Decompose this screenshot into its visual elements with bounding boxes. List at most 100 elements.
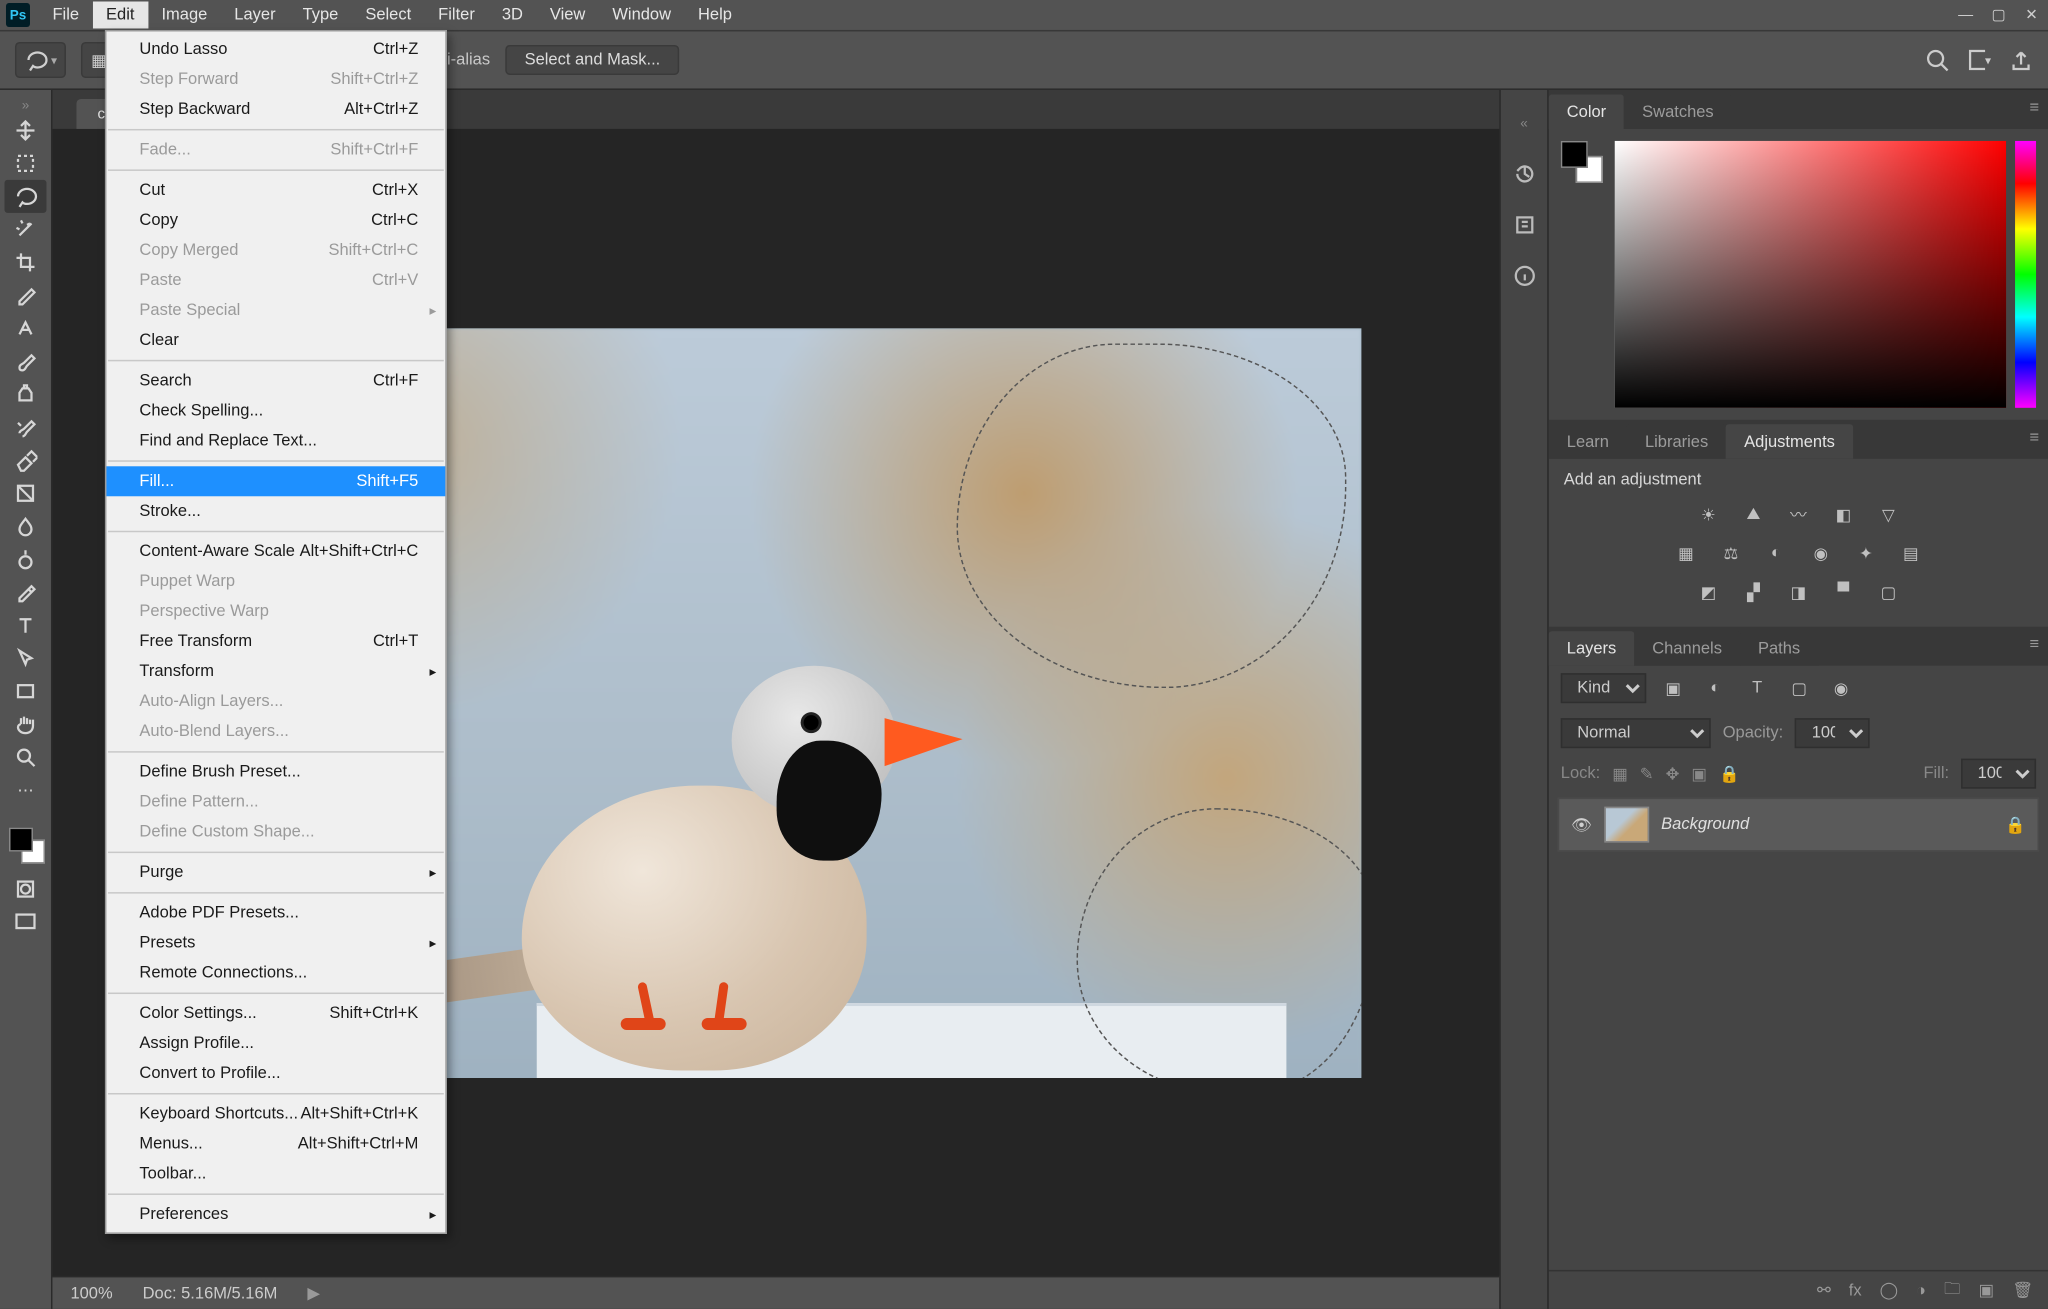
mask-icon[interactable]: ◯ (1880, 1280, 1898, 1299)
posterize-icon[interactable]: ▞ (1738, 579, 1768, 606)
curves-icon[interactable]: 〰 (1783, 501, 1813, 528)
menu-help[interactable]: Help (685, 1, 746, 28)
tool-rectangle[interactable] (4, 675, 46, 708)
menu-filter[interactable]: Filter (425, 1, 489, 28)
tab-learn[interactable]: Learn (1549, 424, 1627, 458)
delete-icon[interactable]: 🗑 (2012, 1280, 2033, 1299)
menuitem-undo-lasso[interactable]: Undo LassoCtrl+Z (106, 34, 445, 64)
more-tools[interactable]: ⋯ (4, 774, 46, 807)
menuitem-free-transform[interactable]: Free TransformCtrl+T (106, 627, 445, 657)
lock-trans-icon[interactable]: ▦ (1612, 764, 1628, 783)
tab-channels[interactable]: Channels (1634, 631, 1740, 665)
tool-pen[interactable] (4, 576, 46, 609)
fill-adj-icon[interactable]: ◑ (1916, 1281, 1926, 1299)
menuitem-adobe-pdf-presets[interactable]: Adobe PDF Presets... (106, 898, 445, 928)
menuitem-define-brush-preset[interactable]: Define Brush Preset... (106, 757, 445, 787)
threshold-icon[interactable]: ◨ (1783, 579, 1813, 606)
filter-type-icon[interactable]: T (1742, 675, 1772, 702)
tab-color[interactable]: Color (1549, 94, 1624, 128)
color-foreground-background[interactable] (1561, 141, 1606, 186)
tool-hand[interactable] (4, 708, 46, 741)
filter-smart-icon[interactable]: ◉ (1826, 675, 1856, 702)
new-layer-icon[interactable]: ▣ (1979, 1280, 1995, 1299)
menu-window[interactable]: Window (599, 1, 685, 28)
lock-pos-icon[interactable]: ✥ (1666, 764, 1680, 783)
link-icon[interactable]: ⚯ (1817, 1280, 1831, 1299)
active-tool-preset[interactable]: ▾ (15, 42, 66, 78)
doc-size[interactable]: Doc: 5.16M/5.16M (143, 1284, 278, 1302)
filter-adj-icon[interactable]: ◐ (1700, 675, 1730, 702)
quick-mask[interactable] (4, 873, 46, 906)
tool-move[interactable] (4, 114, 46, 147)
share-icon[interactable] (2009, 48, 2033, 72)
menuitem-fill[interactable]: Fill...Shift+F5 (106, 466, 445, 496)
menu-3d[interactable]: 3D (488, 1, 536, 28)
layer-row[interactable]: 👁 Background 🔒 (1558, 798, 2039, 852)
tool-healing[interactable] (4, 312, 46, 345)
group-icon[interactable]: 🗀 (1944, 1276, 1960, 1304)
menu-type[interactable]: Type (289, 1, 352, 28)
tool-zoom[interactable] (4, 741, 46, 774)
color-lookup-icon[interactable]: ▤ (1896, 540, 1926, 567)
menu-image[interactable]: Image (148, 1, 221, 28)
channel-mixer-icon[interactable]: ✦ (1851, 540, 1881, 567)
tool-path-select[interactable] (4, 642, 46, 675)
color-field[interactable] (1615, 141, 2006, 408)
photo-filter-icon[interactable]: ◉ (1806, 540, 1836, 567)
menuitem-convert-to-profile[interactable]: Convert to Profile... (106, 1059, 445, 1089)
tool-dodge[interactable] (4, 543, 46, 576)
exposure-icon[interactable]: ◧ (1828, 501, 1858, 528)
screen-mode[interactable] (4, 906, 46, 939)
tool-brush[interactable] (4, 345, 46, 378)
layer-thumbnail[interactable] (1604, 807, 1649, 843)
tool-history-brush[interactable] (4, 411, 46, 444)
panel-menu-icon[interactable]: ≡ (2029, 99, 2039, 117)
ministrip-collapse[interactable]: « (1509, 108, 1539, 138)
select-and-mask-button[interactable]: Select and Mask... (505, 45, 680, 75)
tool-eyedropper[interactable] (4, 279, 46, 312)
hue-sat-icon[interactable]: ▦ (1671, 540, 1701, 567)
lock-nest-icon[interactable]: ▣ (1691, 764, 1707, 783)
fx-icon[interactable]: fx (1849, 1281, 1862, 1299)
menu-view[interactable]: View (536, 1, 598, 28)
layer-name[interactable]: Background (1661, 816, 1749, 834)
color-balance-icon[interactable]: ⚖ (1716, 540, 1746, 567)
search-icon[interactable] (1925, 48, 1949, 72)
menuitem-remote-connections[interactable]: Remote Connections... (106, 958, 445, 988)
color-swatch[interactable] (6, 825, 45, 864)
tab-paths[interactable]: Paths (1740, 631, 1818, 665)
opacity-input[interactable]: 100% (1795, 718, 1870, 748)
menuitem-color-settings[interactable]: Color Settings...Shift+Ctrl+K (106, 999, 445, 1029)
menu-select[interactable]: Select (352, 1, 425, 28)
menuitem-clear[interactable]: Clear (106, 325, 445, 355)
history-icon[interactable] (1509, 159, 1539, 189)
tool-clone[interactable] (4, 378, 46, 411)
properties-icon[interactable] (1509, 210, 1539, 240)
filter-pixel-icon[interactable]: ▣ (1658, 675, 1688, 702)
toolbar-collapse[interactable]: » (4, 96, 46, 114)
menuitem-step-backward[interactable]: Step BackwardAlt+Ctrl+Z (106, 94, 445, 124)
selective-color-icon[interactable]: ▢ (1873, 579, 1903, 606)
gradient-map-icon[interactable]: ▀ (1828, 579, 1858, 606)
status-menu[interactable]: ▶ (307, 1283, 320, 1302)
menuitem-toolbar[interactable]: Toolbar... (106, 1159, 445, 1189)
tool-rect-marquee[interactable] (4, 147, 46, 180)
tool-blur[interactable] (4, 510, 46, 543)
menuitem-assign-profile[interactable]: Assign Profile... (106, 1029, 445, 1059)
workspace-switcher-icon[interactable]: ▾ (1967, 48, 1991, 72)
menu-layer[interactable]: Layer (221, 1, 289, 28)
menu-file[interactable]: File (39, 1, 93, 28)
tool-gradient[interactable] (4, 477, 46, 510)
close-button[interactable]: ✕ (2015, 3, 2048, 27)
minimize-button[interactable]: — (1949, 3, 1982, 27)
tool-eraser[interactable] (4, 444, 46, 477)
levels-icon[interactable]: ⛰ (1738, 501, 1768, 528)
tab-adjustments[interactable]: Adjustments (1726, 424, 1853, 458)
lock-all-icon[interactable]: 🔒 (1719, 764, 1740, 783)
menuitem-stroke[interactable]: Stroke... (106, 496, 445, 526)
menuitem-search[interactable]: SearchCtrl+F (106, 366, 445, 396)
visibility-icon[interactable]: 👁 (1571, 815, 1592, 834)
menuitem-content-aware-scale[interactable]: Content-Aware ScaleAlt+Shift+Ctrl+C (106, 537, 445, 567)
lock-paint-icon[interactable]: ✎ (1640, 764, 1654, 783)
menuitem-purge[interactable]: Purge (106, 858, 445, 888)
